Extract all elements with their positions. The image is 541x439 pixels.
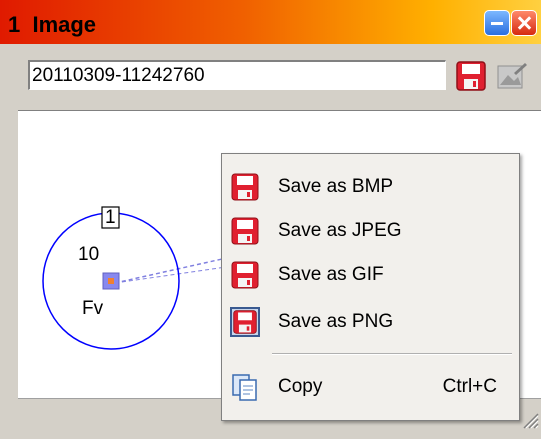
- menu-item-label: Save as PNG: [278, 311, 394, 332]
- node-center-point: [108, 278, 114, 284]
- node-value-label: 10: [78, 244, 100, 265]
- node-id-label: 1: [105, 207, 116, 228]
- context-menu: Save as BMP Save as JPEG Save as GIF Sav…: [221, 153, 520, 421]
- menu-item-save-gif[interactable]: Save as GIF: [222, 252, 519, 298]
- menu-item-label: Save as BMP: [278, 176, 394, 197]
- floppy-save-icon: [230, 216, 260, 246]
- copy-icon: [230, 372, 260, 402]
- menu-item-save-png[interactable]: Save as PNG: [222, 299, 519, 345]
- floppy-save-icon: [230, 172, 260, 202]
- floppy-save-icon: [230, 260, 260, 290]
- menu-item-label: Save as GIF: [278, 264, 384, 285]
- node-type-label: Fv: [82, 298, 104, 319]
- menu-item-label: Copy: [278, 376, 323, 397]
- floppy-save-icon: [230, 307, 260, 337]
- menu-separator: [272, 353, 512, 355]
- menu-item-copy[interactable]: Copy Ctrl+C: [222, 364, 519, 410]
- image-window: 1 Image 20110309-11242760 1 10 Fv Save a…: [0, 0, 541, 439]
- menu-item-label: Save as JPEG: [278, 220, 402, 241]
- menu-item-shortcut: Ctrl+C: [442, 376, 497, 397]
- menu-item-save-jpeg[interactable]: Save as JPEG: [222, 208, 519, 254]
- menu-item-save-bmp[interactable]: Save as BMP: [222, 164, 519, 210]
